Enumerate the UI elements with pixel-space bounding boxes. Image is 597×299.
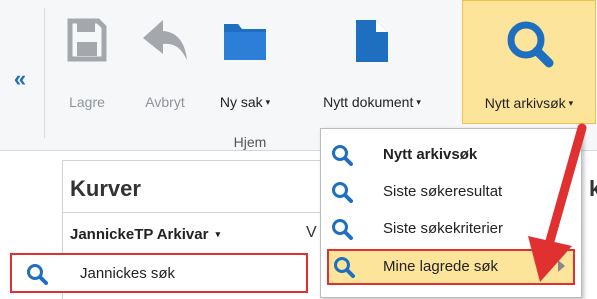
undo-arrow-icon <box>141 18 189 67</box>
role-selector[interactable]: JannickeTP Arkivar ▾ <box>70 226 220 243</box>
archive-search-menu: Nytt arkivsøk Siste søkeresultat Siste s… <box>320 128 582 298</box>
chevron-down-icon: ▾ <box>215 229 221 239</box>
saved-search-label: Jannickes søk <box>80 265 176 282</box>
new-archive-search-label: Nytt arkivsøk ▾ <box>484 95 574 111</box>
menu-item-label: Siste søkekriterier <box>383 220 504 237</box>
chevron-down-icon: ▾ <box>568 98 574 108</box>
menu-item-label: Mine lagrede søk <box>383 258 499 275</box>
folder-icon <box>222 18 268 67</box>
new-document-label: Nytt dokument ▾ <box>323 94 421 110</box>
menu-item-my-saved-searches[interactable]: Mine lagrede søk <box>327 249 575 285</box>
obscured-heading: k <box>589 176 597 201</box>
obscured-text: V <box>306 224 317 241</box>
new-archive-search-button[interactable]: Nytt arkivsøk ▾ <box>462 0 596 124</box>
ribbon-separator <box>44 8 45 138</box>
chevron-right-icon <box>558 260 565 272</box>
search-icon <box>331 144 353 171</box>
cancel-label: Avbryt <box>145 94 185 110</box>
cancel-button[interactable]: Avbryt <box>134 0 196 120</box>
menu-item-new-search[interactable]: Nytt arkivsøk <box>321 137 581 173</box>
new-document-button[interactable]: Nytt dokument ▾ <box>296 0 448 120</box>
search-icon <box>333 256 355 283</box>
menu-item-last-results[interactable]: Siste søkeresultat <box>321 174 581 210</box>
search-icon <box>331 218 353 245</box>
panel-title: Kurver <box>70 176 141 201</box>
save-icon <box>67 18 107 67</box>
menu-item-last-criteria[interactable]: Siste søkekriterier <box>321 211 581 247</box>
saved-search-item[interactable]: Jannickes søk <box>10 253 308 293</box>
ribbon-group-label: Hjem <box>233 134 267 150</box>
new-case-button[interactable]: Ny sak ▾ <box>212 0 278 120</box>
collapse-ribbon-button[interactable]: « <box>6 64 32 94</box>
search-icon <box>26 263 48 290</box>
document-icon <box>354 18 390 69</box>
save-button[interactable]: Lagre <box>62 0 112 120</box>
chevron-down-icon: ▾ <box>416 97 421 107</box>
save-label: Lagre <box>69 94 105 110</box>
panel-divider <box>62 212 322 213</box>
search-icon <box>504 19 554 74</box>
chevron-down-icon: ▾ <box>265 97 271 107</box>
new-case-label: Ny sak ▾ <box>219 94 271 110</box>
menu-item-label: Nytt arkivsøk <box>383 146 478 163</box>
search-icon <box>331 181 353 208</box>
menu-item-label: Siste søkeresultat <box>383 183 503 200</box>
